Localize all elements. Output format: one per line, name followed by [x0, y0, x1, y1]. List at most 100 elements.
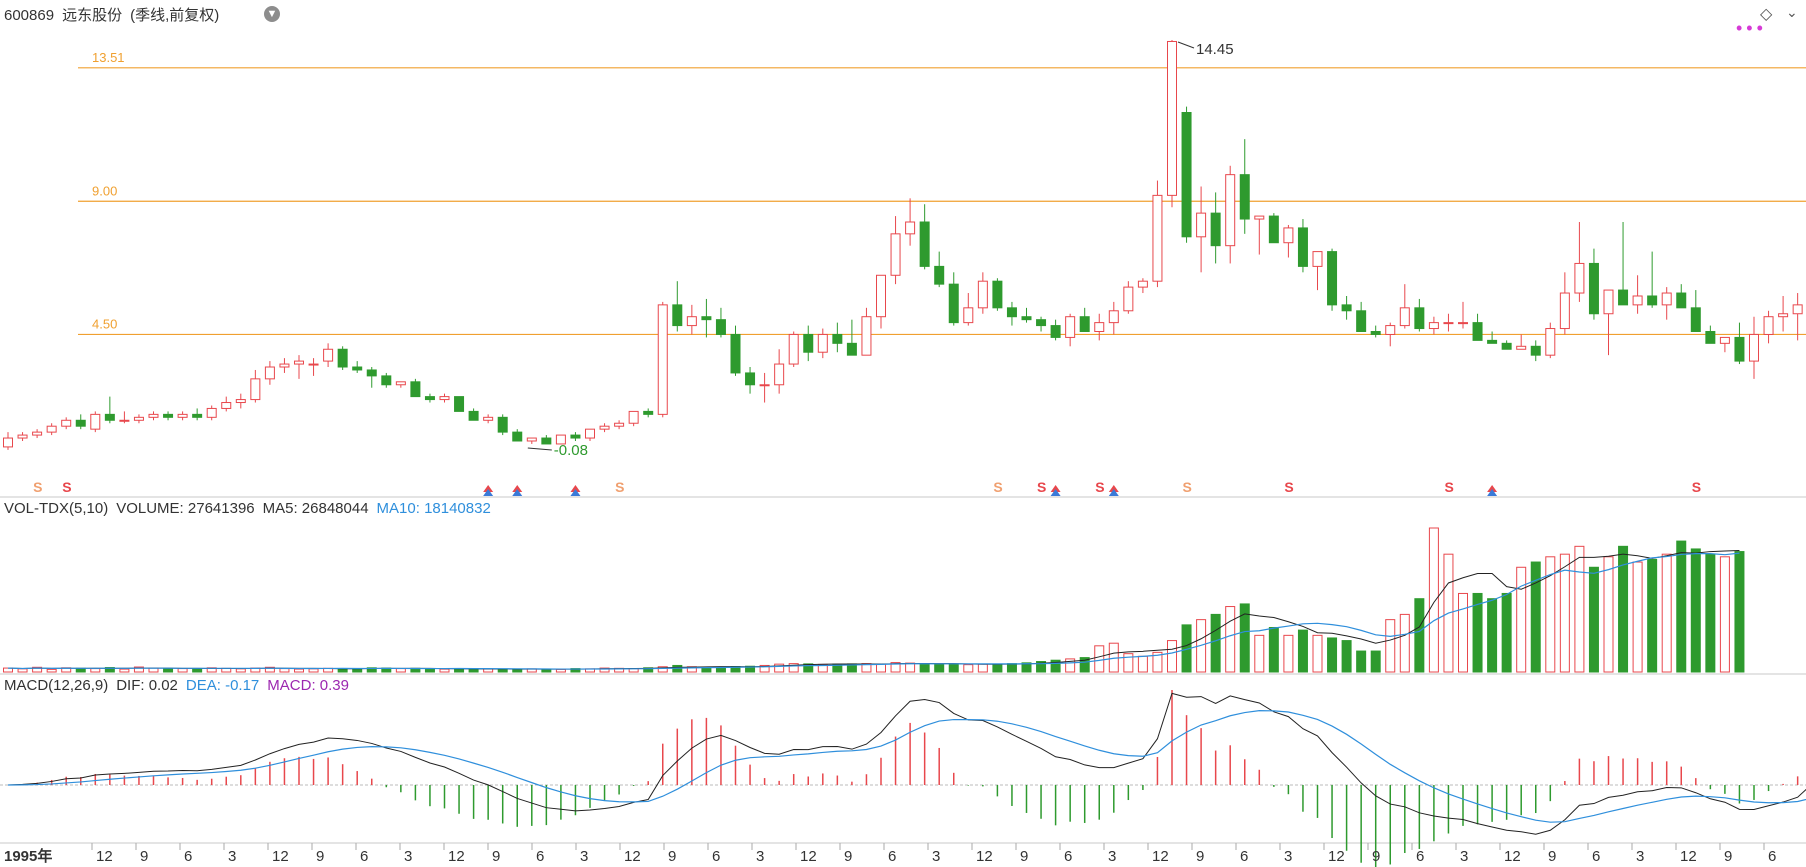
candle — [1632, 295, 1643, 306]
candle — [337, 348, 348, 368]
candle — [279, 363, 290, 368]
volume-bar — [497, 668, 508, 673]
candle — [1385, 325, 1396, 335]
candle — [628, 410, 639, 424]
candle — [1618, 289, 1629, 306]
candle — [1283, 227, 1294, 244]
candle — [1661, 292, 1672, 306]
candle — [1734, 336, 1745, 362]
candle — [963, 307, 974, 324]
volume-bar — [1268, 626, 1279, 673]
candle — [1036, 319, 1047, 327]
candle — [1327, 251, 1338, 306]
candle — [177, 413, 188, 418]
sell-signal-icon: S — [615, 479, 624, 495]
candle — [1559, 292, 1570, 330]
candle — [439, 396, 450, 401]
candle — [1458, 322, 1468, 325]
volume-bar — [992, 663, 1003, 673]
volume-bar — [17, 668, 28, 673]
candle — [1079, 316, 1090, 333]
sell-signal-icon: S — [1284, 479, 1293, 495]
candle — [424, 396, 435, 401]
candle — [701, 316, 712, 321]
sell-signal-icon: S — [1692, 479, 1701, 495]
volume-bar — [905, 662, 916, 673]
x-axis-label: 6 — [360, 848, 368, 865]
candle — [104, 413, 115, 421]
candle — [395, 381, 406, 386]
sell-signal-icon: S — [993, 479, 1002, 495]
candle — [1763, 316, 1774, 335]
candle — [919, 221, 930, 267]
candle — [1152, 194, 1163, 282]
volume-bar — [192, 668, 203, 673]
sell-signal-icon: S — [1095, 479, 1104, 495]
x-axis-label: 12 — [448, 848, 465, 865]
x-axis-label: 3 — [1284, 848, 1292, 865]
volume-bar — [235, 668, 246, 673]
candle — [323, 348, 334, 362]
x-axis-label: 9 — [1020, 848, 1028, 865]
candle — [788, 333, 799, 365]
candle — [468, 410, 479, 421]
candle — [1530, 345, 1541, 356]
candle — [1588, 262, 1599, 315]
candle — [1050, 325, 1061, 338]
volume-bar — [1705, 553, 1716, 673]
candle — [977, 280, 988, 309]
sell-signal-icon: S — [1037, 479, 1046, 495]
volume-bar — [1137, 655, 1148, 673]
x-axis-label: 3 — [1636, 848, 1644, 865]
volume-bar — [1254, 634, 1265, 673]
volume-bar — [1559, 553, 1570, 673]
volume-bar — [948, 663, 959, 673]
sell-signal-icon: S — [62, 479, 71, 495]
volume-bar — [1385, 619, 1396, 673]
x-axis-label: 9 — [1372, 848, 1380, 865]
volume-bar — [1414, 598, 1425, 673]
volume-bar — [1458, 592, 1468, 673]
candle — [1239, 174, 1250, 220]
volume-bar — [963, 664, 974, 673]
candle — [61, 419, 72, 427]
candle — [934, 265, 945, 285]
candle — [1399, 307, 1410, 327]
x-axis-label: 6 — [1592, 848, 1600, 865]
candle — [730, 333, 741, 374]
volume-bar — [1356, 650, 1367, 673]
volume-bar — [424, 668, 435, 673]
x-axis-label: 12 — [1328, 848, 1345, 865]
x-axis-label: 9 — [1548, 848, 1556, 865]
candle — [1210, 212, 1221, 247]
volume-bar — [919, 663, 930, 673]
candle — [1225, 174, 1236, 247]
volume-bar — [1487, 598, 1498, 673]
price-chart[interactable]: 13.51 9.00 4.50 14.45 -0.08 S S S S S S S S S S 1995年 12… — [0, 0, 1806, 867]
x-axis-label: 6 — [536, 848, 544, 865]
x-axis-label: 3 — [404, 848, 412, 865]
candle — [992, 280, 1003, 309]
candle — [585, 428, 595, 439]
x-axis-label: 6 — [888, 848, 896, 865]
candle — [1749, 333, 1759, 362]
candle — [163, 413, 174, 418]
candle — [672, 304, 683, 327]
x-axis-label: 6 — [1240, 848, 1248, 865]
candle — [221, 402, 232, 409]
candle — [541, 437, 552, 445]
volume-bar — [1297, 629, 1308, 673]
volume-bar — [1370, 650, 1381, 673]
candle — [133, 416, 144, 421]
x-axis-label: 3 — [932, 848, 940, 865]
candle — [948, 283, 959, 324]
candle — [1719, 336, 1730, 344]
volume-bar — [977, 663, 988, 673]
volume-bar — [1399, 613, 1410, 673]
candle — [1443, 322, 1454, 325]
candle — [119, 419, 130, 422]
candle — [1647, 295, 1658, 306]
volume-bar — [119, 668, 130, 673]
x-axis-label: 6 — [1416, 848, 1424, 865]
volume-bar — [1516, 566, 1527, 673]
